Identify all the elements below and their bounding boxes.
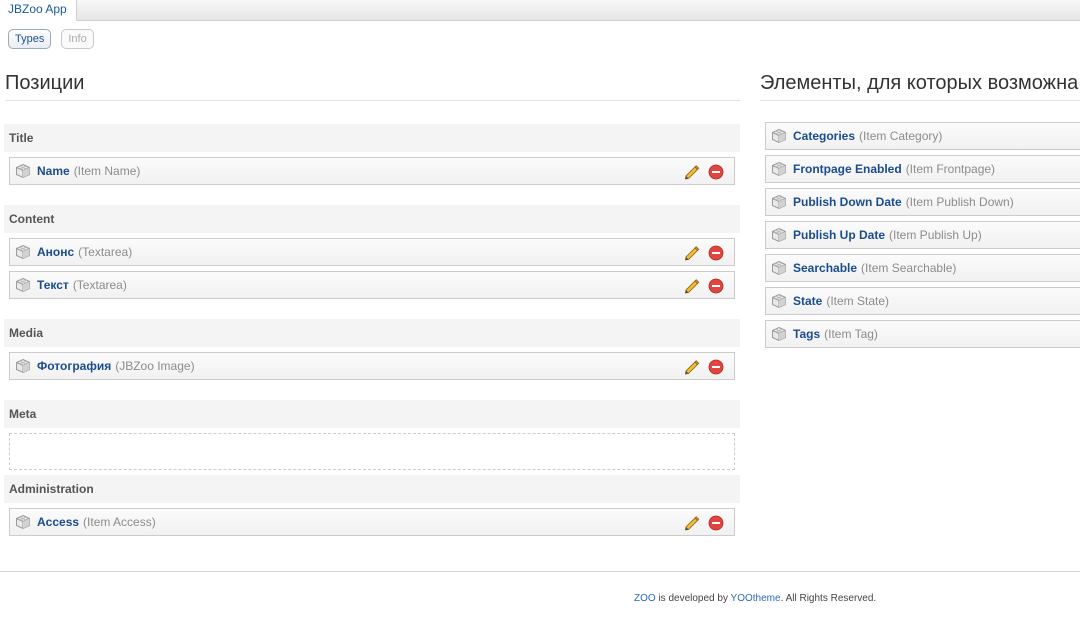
cube-icon	[771, 326, 787, 342]
position-administration: Administration	[4, 475, 740, 503]
position-media: Media	[4, 319, 740, 347]
cube-icon	[15, 244, 31, 260]
row-actions	[683, 359, 724, 375]
element-name: Publish Down Date	[793, 195, 902, 209]
available-elements-title: Элементы, для которых возможна н	[760, 72, 1080, 94]
element-name: Текст	[37, 278, 69, 292]
row-actions	[683, 515, 724, 531]
element-name: Name	[37, 164, 70, 178]
available-title-divider	[760, 100, 1080, 101]
empty-drop-zone[interactable]	[9, 433, 735, 470]
tab-jbzoo-app[interactable]: JBZoo App	[0, 0, 77, 21]
element-name: Анонс	[37, 245, 75, 259]
element-type: (Item Frontpage)	[905, 162, 996, 176]
zoo-link[interactable]: ZOO	[634, 593, 656, 604]
cube-icon	[771, 293, 787, 309]
pencil-icon[interactable]	[683, 245, 700, 261]
footer: ZOO is developed by YOOtheme. All Rights…	[634, 593, 876, 604]
remove-icon[interactable]	[708, 515, 724, 531]
element-type: (Item Tag)	[824, 327, 878, 341]
available-element[interactable]: Publish Down Date (Item Publish Down)	[765, 188, 1080, 216]
cube-icon	[15, 163, 31, 179]
element-name: Searchable	[793, 261, 858, 275]
element-name: Publish Up Date	[793, 228, 886, 242]
available-element[interactable]: Frontpage Enabled (Item Frontpage)	[765, 155, 1080, 183]
cube-icon	[771, 161, 787, 177]
yootheme-link[interactable]: YOOtheme	[731, 593, 781, 604]
element-type: (JBZoo Image)	[115, 359, 195, 373]
available-element[interactable]: State (Item State)	[765, 287, 1080, 315]
element-type: (Textarea)	[72, 278, 127, 292]
remove-icon[interactable]	[708, 359, 724, 375]
element-type: (Item State)	[826, 294, 890, 308]
remove-icon[interactable]	[708, 278, 724, 294]
element-name: Фотография	[37, 359, 112, 373]
cube-icon	[771, 194, 787, 210]
position-meta: Meta	[4, 400, 740, 428]
element-name: Tags	[793, 327, 821, 341]
footer-rights: . All Rights Reserved.	[780, 593, 877, 604]
remove-icon[interactable]	[708, 164, 724, 180]
element-name: State	[793, 294, 823, 308]
subtab-info[interactable]: Info	[61, 29, 94, 49]
cube-icon	[15, 514, 31, 530]
footer-text: is developed by	[655, 593, 731, 604]
positions-title: Позиции	[5, 72, 85, 94]
element-row[interactable]: Access (Item Access)	[9, 508, 735, 536]
cube-icon	[15, 277, 31, 293]
element-type: (Item Category)	[859, 129, 943, 143]
available-element[interactable]: Searchable (Item Searchable)	[765, 254, 1080, 282]
element-type: (Item Publish Up)	[889, 228, 982, 242]
element-type: (Item Name)	[73, 164, 141, 178]
position-content: Content	[4, 205, 740, 233]
subtabs: Types Info	[8, 29, 94, 49]
remove-icon[interactable]	[708, 245, 724, 261]
cube-icon	[771, 227, 787, 243]
element-name: Frontpage Enabled	[793, 162, 902, 176]
position-title: Title	[4, 124, 740, 152]
available-element[interactable]: Categories (Item Category)	[765, 122, 1080, 150]
element-row[interactable]: Текст (Textarea)	[9, 271, 735, 299]
top-tab-bar: JBZoo App	[0, 0, 1080, 21]
pencil-icon[interactable]	[683, 515, 700, 531]
element-type: (Item Searchable)	[861, 261, 957, 275]
cube-icon	[771, 128, 787, 144]
element-type: (Textarea)	[78, 245, 133, 259]
subtab-types[interactable]: Types	[8, 29, 52, 49]
element-type: (Item Access)	[83, 515, 156, 529]
positions-title-divider	[5, 100, 740, 101]
available-element[interactable]: Tags (Item Tag)	[765, 320, 1080, 348]
cube-icon	[771, 260, 787, 276]
pencil-icon[interactable]	[683, 164, 700, 180]
available-element[interactable]: Publish Up Date (Item Publish Up)	[765, 221, 1080, 249]
element-type: (Item Publish Down)	[905, 195, 1014, 209]
pencil-icon[interactable]	[683, 278, 700, 294]
element-row[interactable]: Анонс (Textarea)	[9, 238, 735, 266]
row-actions	[683, 245, 724, 261]
element-name: Access	[37, 515, 80, 529]
element-name: Categories	[793, 129, 856, 143]
element-row[interactable]: Фотография (JBZoo Image)	[9, 352, 735, 380]
pencil-icon[interactable]	[683, 359, 700, 375]
footer-divider	[0, 571, 1080, 572]
row-actions	[683, 278, 724, 294]
element-row[interactable]: Name (Item Name)	[9, 157, 735, 185]
cube-icon	[15, 358, 31, 374]
row-actions	[683, 164, 724, 180]
